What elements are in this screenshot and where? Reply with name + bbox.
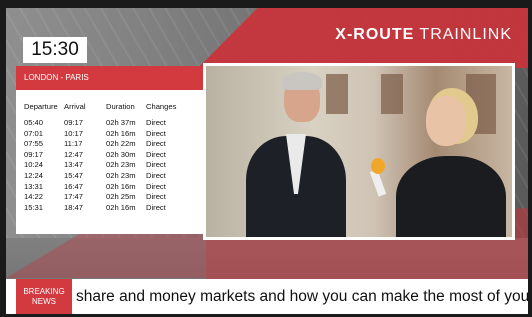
table-row: 05:40 09:17 02h 37m Direct (24, 118, 182, 130)
background-window (381, 74, 403, 114)
brand-strong: X-ROUTE (335, 26, 415, 43)
timetable-header-row: Departure Arrival Duration Changes (24, 102, 182, 119)
interviewee-hair (282, 72, 322, 90)
duration-cell: 02h 23m (106, 170, 136, 180)
table-row: 15:31 18:47 02h 16m Direct (24, 202, 182, 215)
column-header: Departure (24, 102, 58, 111)
arrival-cell: 15:47 (64, 170, 84, 180)
reporter-head (426, 96, 466, 146)
changes-cell: Direct (146, 170, 166, 180)
news-video (206, 66, 512, 237)
column-header: Changes (146, 102, 177, 111)
ticker-text: share and money markets and how you can … (76, 288, 528, 305)
tv-frame: X-ROUTE TRAINLINK 15:30 LONDON - PARIS D… (0, 0, 532, 317)
news-ticker: BREAKING NEWS share and money markets an… (6, 279, 528, 314)
departure-cell: 12:24 (24, 170, 44, 180)
news-label: NEWS (32, 296, 56, 306)
arrival-cell: 18:47 (64, 202, 84, 212)
changes-cell: Direct (146, 202, 166, 212)
reporter-figure (396, 156, 506, 237)
column-header: Duration (106, 102, 135, 111)
arrival-cell: 09:17 (64, 118, 84, 127)
column-header: Arrival (64, 102, 86, 111)
breaking-label: BREAKING (23, 286, 65, 296)
timetable-panel: LONDON - PARIS Departure Arrival Duratio… (16, 66, 204, 234)
departure-cell: 15:31 (24, 202, 44, 212)
microphone-icon (371, 158, 385, 174)
timetable: Departure Arrival Duration Changes 05:40… (24, 102, 182, 214)
background-window (326, 74, 348, 114)
changes-cell: Direct (146, 118, 166, 127)
brand-light: TRAINLINK (419, 26, 512, 43)
clock: 15:30 (23, 37, 87, 63)
breaking-news-badge: BREAKING NEWS (16, 279, 72, 314)
duration-cell: 02h 16m (106, 202, 136, 212)
table-row: 12:24 15:47 02h 23m Direct (24, 170, 182, 183)
news-video-frame (203, 63, 515, 240)
screen: X-ROUTE TRAINLINK 15:30 LONDON - PARIS D… (6, 8, 528, 314)
duration-cell: 02h 37m (106, 118, 136, 127)
departure-cell: 05:40 (24, 118, 44, 127)
route-title: LONDON - PARIS (16, 66, 204, 90)
brand-logo: X-ROUTE TRAINLINK (335, 26, 512, 44)
